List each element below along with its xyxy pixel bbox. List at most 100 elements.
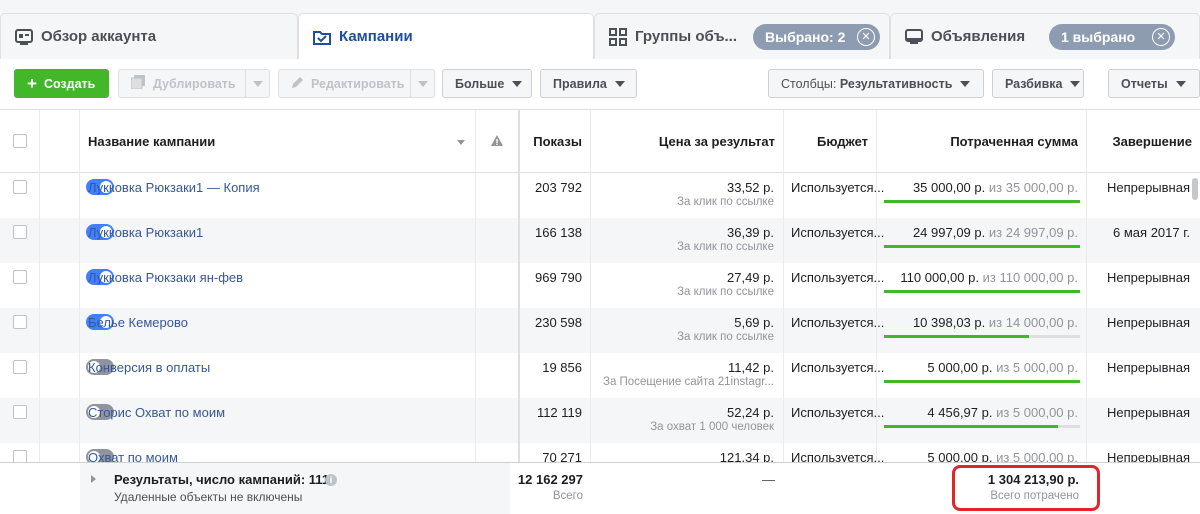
- row-budget-cell: Используется...: [784, 398, 884, 443]
- breakdown-button[interactable]: Разбивка: [992, 69, 1084, 98]
- spent-limit: из 35 000,00 р.: [988, 180, 1078, 195]
- cost-value: 5,69 р.: [734, 315, 774, 330]
- row-toggle-cell: [40, 173, 114, 218]
- column-header-end[interactable]: Завершение: [1087, 110, 1200, 173]
- grid-icon: [609, 27, 627, 46]
- info-icon[interactable]: i: [325, 474, 337, 486]
- row-spent-cell: 5 000,00 р. из 5 000,00 р.: [877, 353, 1087, 398]
- row-spent-cell: 35 000,00 р. из 35 000,00 р.: [877, 173, 1087, 218]
- close-icon[interactable]: ✕: [857, 28, 875, 46]
- cost-type: За клик по ссылке: [677, 286, 774, 298]
- sort-caret-icon[interactable]: [457, 140, 465, 145]
- tab-label: Группы объ...: [635, 28, 738, 45]
- scrollbar[interactable]: [1192, 178, 1198, 200]
- column-header-cost[interactable]: Цена за результат: [591, 110, 784, 173]
- row-end-cell: Непрерывная: [1087, 398, 1200, 443]
- impressions-value: 230 598: [535, 315, 582, 330]
- column-label: Бюджет: [817, 134, 868, 149]
- duplicate-dropdown[interactable]: [245, 70, 269, 97]
- edit-button[interactable]: Редактировать: [278, 69, 435, 98]
- row-name-cell: Конверсия в оплаты: [80, 353, 476, 398]
- duplicate-button[interactable]: Дублировать: [118, 69, 270, 98]
- spent-value: 10 398,03 р. из 14 000,00 р.: [913, 315, 1078, 330]
- results-label: Результаты, число кампаний: 111: [114, 472, 330, 487]
- table-row[interactable]: Конверсия в оплаты 19 856 11,42 р. За Посещ…: [0, 353, 1200, 398]
- cost-value: 11,42 р.: [727, 360, 774, 375]
- row-impressions-cell: 166 138: [520, 218, 591, 263]
- row-checkbox[interactable]: [13, 360, 27, 374]
- dashboard-icon: [15, 28, 33, 45]
- campaign-name-link[interactable]: Лукковка Рюкзаки1 — Копия: [88, 180, 260, 195]
- rules-button[interactable]: Правила: [540, 69, 637, 98]
- table-row[interactable]: Лукковка Рюкзаки1 — Копия 203 792 33,52 р.…: [0, 173, 1200, 218]
- row-spent-cell: 4 456,97 р. из 5 000,00 р.: [877, 398, 1087, 443]
- row-end-cell: Непрерывная: [1087, 308, 1200, 353]
- column-header-impressions[interactable]: Показы: [520, 110, 591, 173]
- row-checkbox[interactable]: [13, 405, 27, 419]
- tab-account-overview[interactable]: Обзор аккаунта: [0, 13, 298, 59]
- spent-amount: 10 398,03 р.: [912, 315, 986, 330]
- table-row[interactable]: Белье Кемерово 230 598 5,69 р. За клик по с…: [0, 308, 1200, 353]
- row-delivery-cell: [476, 398, 520, 443]
- duplicate-icon: [130, 75, 145, 92]
- column-label: Завершение: [1112, 134, 1192, 149]
- columns-button[interactable]: Столбцы: Результативность: [768, 69, 984, 98]
- delivery-warning-header[interactable]: [476, 110, 520, 173]
- chevron-down-icon: [252, 80, 263, 87]
- row-end-cell: 6 мая 2017 г.: [1087, 218, 1200, 263]
- column-header-name[interactable]: Название кампании: [80, 110, 476, 173]
- spend-progress-bar: [884, 245, 1080, 248]
- row-budget-cell: Используется...: [784, 173, 884, 218]
- campaign-name-link[interactable]: Лукковка Рюкзаки ян-фев: [88, 270, 243, 285]
- tab-campaigns[interactable]: Кампании: [298, 13, 594, 59]
- row-checkbox[interactable]: [13, 315, 27, 329]
- reports-button[interactable]: Отчеты: [1108, 69, 1200, 98]
- edit-dropdown[interactable]: [410, 70, 434, 97]
- tab-ads[interactable]: Объявления 1 выбрано ✕: [890, 13, 1200, 59]
- row-name-cell: Лукковка Рюкзаки1 — Копия: [80, 173, 476, 218]
- ads-selected-chip[interactable]: 1 выбрано ✕: [1049, 24, 1175, 50]
- row-toggle-cell: [40, 398, 114, 443]
- row-checkbox[interactable]: [13, 180, 27, 194]
- monitor-icon: [905, 28, 923, 45]
- row-cost-cell: 36,39 р. За клик по ссылке: [591, 218, 784, 263]
- cost-value: 27,49 р.: [727, 270, 774, 285]
- impressions-value: 19 856: [542, 360, 582, 375]
- budget-value: Используется...: [791, 360, 885, 375]
- highlight-box: [952, 465, 1100, 511]
- tab-label: Обзор аккаунта: [41, 28, 157, 45]
- cost-type: За охват 1 000 человек: [650, 421, 774, 433]
- row-impressions-cell: 203 792: [520, 173, 591, 218]
- edit-label: Редактировать: [311, 76, 405, 91]
- cost-type: За клик по ссылке: [677, 196, 774, 208]
- chevron-down-icon: [512, 80, 523, 87]
- create-button[interactable]: + Создать: [14, 69, 109, 98]
- expand-caret-icon[interactable]: [91, 475, 96, 483]
- adsets-selected-chip[interactable]: Выбрано: 2 ✕: [753, 24, 880, 50]
- row-cost-cell: 5,69 р. За клик по ссылке: [591, 308, 784, 353]
- row-checkbox[interactable]: [13, 270, 27, 284]
- column-header-budget[interactable]: Бюджет: [784, 110, 877, 173]
- row-toggle-cell: [40, 308, 114, 353]
- table-row[interactable]: Лукковка Рюкзаки1 166 138 36,39 р. За клик …: [0, 218, 1200, 263]
- column-label: Цена за результат: [658, 134, 775, 149]
- table-header: Название кампании Показы Цена за результ…: [0, 110, 1200, 173]
- table-row[interactable]: Сторис Охват по моим 112 119 52,24 р. За ох…: [0, 398, 1200, 443]
- campaign-name-link[interactable]: Сторис Охват по моим: [88, 405, 225, 420]
- table-row[interactable]: Лукковка Рюкзаки ян-фев 969 790 27,49 р. За…: [0, 263, 1200, 308]
- campaign-name-link[interactable]: Белье Кемерово: [88, 315, 188, 330]
- spend-progress-fill: [884, 290, 1080, 293]
- close-icon[interactable]: ✕: [1152, 28, 1170, 46]
- campaign-name-link[interactable]: Конверсия в оплаты: [88, 360, 210, 375]
- column-header-spent[interactable]: Потраченная сумма: [877, 110, 1087, 173]
- impressions-total: 12 162 297: [517, 472, 583, 487]
- spent-amount: 110 000,00 р.: [900, 270, 979, 285]
- campaign-name-link[interactable]: Лукковка Рюкзаки1: [88, 225, 203, 240]
- select-all-checkbox[interactable]: [13, 134, 27, 148]
- reports-label: Отчеты: [1121, 76, 1168, 91]
- tab-adsets[interactable]: Группы объ... Выбрано: 2 ✕: [594, 13, 890, 59]
- more-button[interactable]: Больше: [442, 69, 532, 98]
- row-delivery-cell: [476, 353, 520, 398]
- row-checkbox[interactable]: [13, 225, 27, 239]
- budget-value: Используется...: [791, 225, 885, 240]
